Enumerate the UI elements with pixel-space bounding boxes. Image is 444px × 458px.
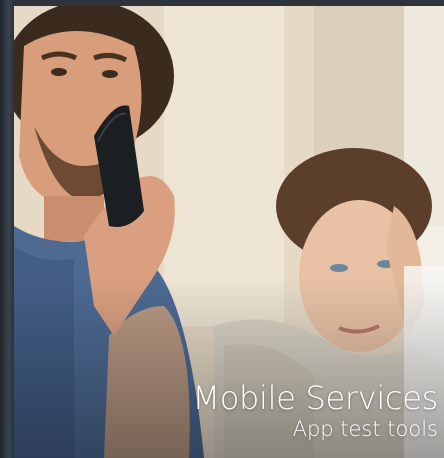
tile-subtitle: App test tools: [292, 417, 438, 441]
left-edge: [0, 0, 14, 458]
tile-caption: Mobile Services App test tools: [192, 380, 438, 442]
app-tile[interactable]: Mobile Services App test tools: [0, 0, 444, 458]
tile-title: Mobile Services: [192, 379, 438, 417]
